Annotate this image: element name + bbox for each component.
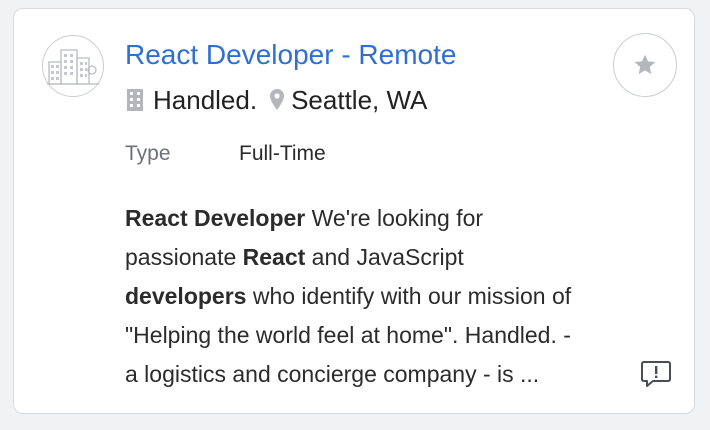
description-keyword: React [242,244,306,270]
description-keyword: React Developer [125,205,306,231]
feedback-button[interactable] [640,359,672,389]
job-description: React Developer We're looking for passion… [125,199,665,394]
favorite-button[interactable] [613,33,677,97]
description-text: and JavaScript [305,244,464,270]
comment-exclamation-icon [641,361,671,387]
map-pin-icon [269,88,285,112]
job-title-link[interactable]: React Developer - Remote [125,37,456,73]
job-location: Seattle, WA [291,84,428,115]
description-line: developers who identify with our mission… [125,277,665,316]
star-icon [634,54,656,75]
job-card[interactable]: React Developer - Remote Handled. Seattl… [13,8,695,414]
description-keyword: developers [125,283,247,309]
description-text: passionate [125,244,243,270]
company-building-logo-icon [47,49,99,85]
job-meta: Handled. Seattle, WA [125,83,427,117]
description-text: who identify with our mission of [246,283,572,309]
description-text: "Helping the world feel at home". Handle… [125,322,571,348]
description-line: "Helping the world feel at home". Handle… [125,316,665,355]
description-line: passionate React and JavaScript [125,238,665,277]
job-type-label: Type [125,142,171,165]
job-type-value: Full-Time [239,142,326,165]
description-text: a logistics and concierge company - is .… [125,361,540,387]
job-type-row: Type Full-Time [125,140,326,168]
building-icon [125,88,145,112]
company-name: Handled. [153,84,258,115]
description-line: React Developer We're looking for [125,199,665,238]
description-text: We're looking for [305,205,484,231]
company-logo [42,35,104,97]
description-line: a logistics and concierge company - is .… [125,355,665,394]
